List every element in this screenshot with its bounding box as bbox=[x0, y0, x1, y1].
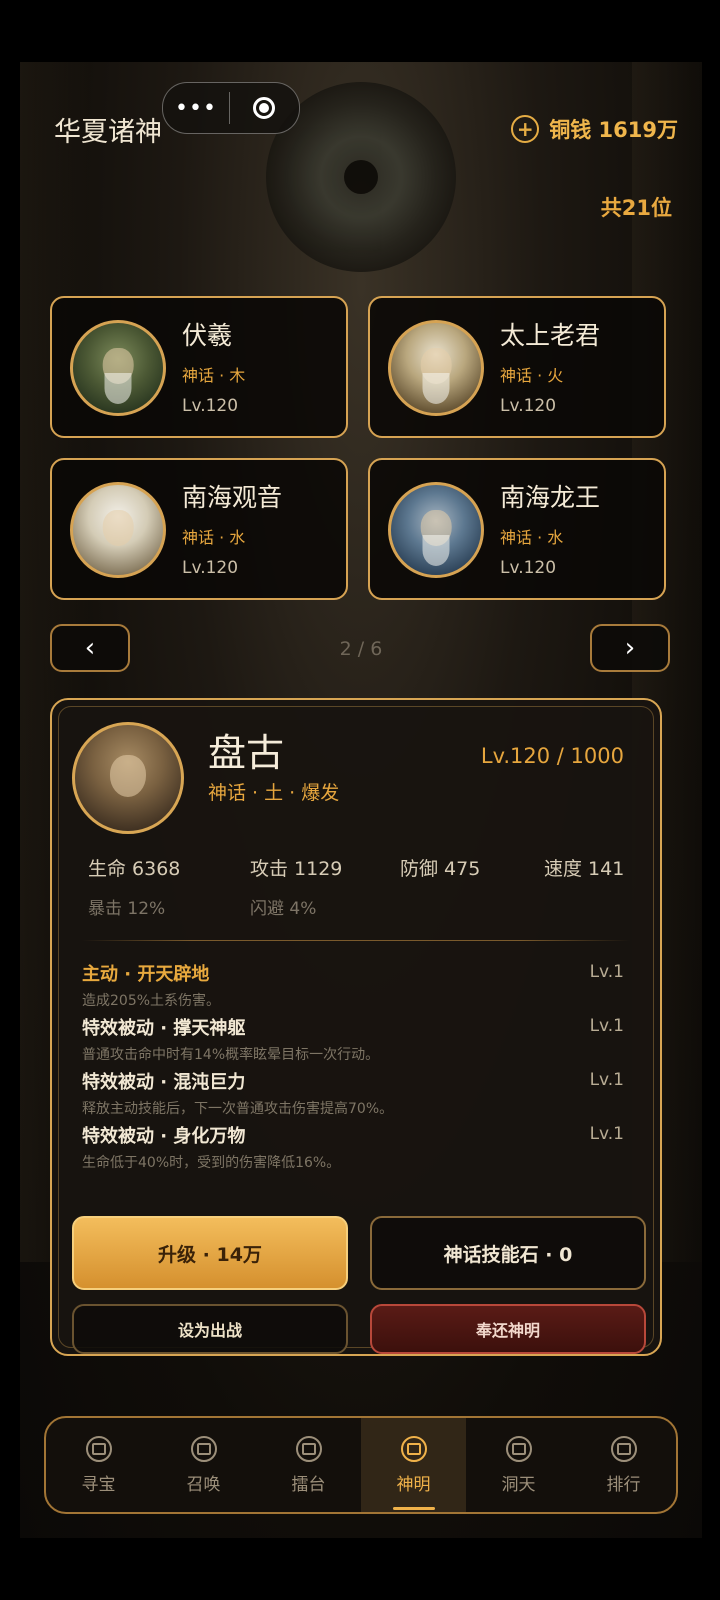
stat-defense: 防御 475 bbox=[400, 858, 481, 880]
detail-name: 盘古 bbox=[208, 731, 285, 775]
skill-title: 特效被动 · 身化万物 bbox=[82, 1126, 246, 1147]
tab-label: 寻宝 bbox=[81, 1474, 116, 1495]
tab-cave[interactable]: 洞天 bbox=[466, 1418, 571, 1512]
god-card[interactable]: 南海龙王 神话 · 水 Lv.120 bbox=[368, 458, 666, 600]
god-avatar bbox=[70, 320, 166, 416]
more-menu-icon[interactable]: ••• bbox=[163, 96, 229, 121]
deity-icon bbox=[400, 1435, 427, 1462]
skill-description: 释放主动技能后，下一次普通攻击伤害提高70%。 bbox=[82, 1101, 394, 1117]
arena-icon bbox=[295, 1435, 322, 1462]
miniprogram-capsule[interactable]: ••• bbox=[162, 82, 300, 134]
section-divider bbox=[82, 940, 630, 941]
god-card[interactable]: 伏羲 神话 · 木 Lv.120 bbox=[50, 296, 348, 438]
tab-summon[interactable]: 召唤 bbox=[151, 1418, 256, 1512]
skill-level: Lv.1 bbox=[589, 962, 624, 982]
skill-description: 普通攻击命中时有14%概率眩晕目标一次行动。 bbox=[82, 1047, 380, 1063]
tab-label: 洞天 bbox=[501, 1474, 536, 1495]
tab-label: 擂台 bbox=[291, 1474, 326, 1495]
cave-icon bbox=[505, 1435, 532, 1462]
skill-level: Lv.1 bbox=[589, 1016, 624, 1036]
god-total-count: 共21位 bbox=[600, 196, 672, 220]
tab-arena[interactable]: 擂台 bbox=[256, 1418, 361, 1512]
god-avatar bbox=[388, 482, 484, 578]
god-card[interactable]: 太上老君 神话 · 火 Lv.120 bbox=[368, 296, 666, 438]
god-level: Lv.120 bbox=[182, 396, 239, 416]
stat-speed: 速度 141 bbox=[544, 858, 625, 880]
god-attribute: 神话 · 火 bbox=[500, 366, 564, 385]
skill-description: 生命低于40%时，受到的伤害降低16%。 bbox=[82, 1155, 341, 1171]
set-deploy-button[interactable]: 设为出战 bbox=[72, 1304, 348, 1354]
close-miniprogram-icon[interactable] bbox=[230, 97, 298, 119]
page-title: 华夏诸神 bbox=[54, 117, 162, 148]
god-avatar bbox=[70, 482, 166, 578]
skill-title: 主动 · 开天辟地 bbox=[82, 964, 210, 985]
coin-amount: 铜钱 1619万 bbox=[549, 118, 678, 142]
god-level: Lv.120 bbox=[500, 558, 557, 578]
god-attribute: 神话 · 水 bbox=[182, 528, 246, 547]
detail-attribute: 神话 · 土 · 爆发 bbox=[208, 782, 340, 804]
tab-label: 神明 bbox=[396, 1474, 431, 1495]
god-attribute: 神话 · 水 bbox=[500, 528, 564, 547]
god-detail-panel: 盘古 神话 · 土 · 爆发 Lv.120 / 1000 生命 6368 攻击 … bbox=[50, 698, 662, 1356]
upgrade-button[interactable]: 升级 · 14万 bbox=[72, 1216, 348, 1290]
god-name: 太上老君 bbox=[500, 321, 601, 350]
god-card[interactable]: 南海观音 神话 · 水 Lv.120 bbox=[50, 458, 348, 600]
god-name: 南海观音 bbox=[182, 483, 283, 512]
detail-avatar bbox=[72, 722, 184, 834]
god-avatar bbox=[388, 320, 484, 416]
stat-dodge: 闪避 4% bbox=[250, 899, 317, 919]
tab-treasure[interactable]: 寻宝 bbox=[46, 1418, 151, 1512]
skill-description: 造成205%土系伤害。 bbox=[82, 993, 221, 1009]
skill-title: 特效被动 · 撑天神躯 bbox=[82, 1018, 246, 1039]
return-god-button[interactable]: 奉还神明 bbox=[370, 1304, 646, 1354]
skill-title: 特效被动 · 混沌巨力 bbox=[82, 1072, 246, 1093]
treasure-icon bbox=[85, 1435, 112, 1462]
tab-label: 召唤 bbox=[186, 1474, 221, 1495]
tab-ranking[interactable]: 排行 bbox=[571, 1418, 676, 1512]
chevron-right-icon: › bbox=[624, 633, 636, 663]
coin-balance[interactable]: + 铜钱 1619万 bbox=[511, 114, 678, 144]
ranking-icon bbox=[610, 1435, 637, 1462]
add-coins-icon[interactable]: + bbox=[511, 115, 540, 143]
skill-level: Lv.1 bbox=[589, 1070, 624, 1090]
god-name: 伏羲 bbox=[182, 321, 233, 350]
bottom-tab-bar: 寻宝 召唤 擂台 神明 洞天 排行 bbox=[44, 1416, 678, 1514]
stat-crit: 暴击 12% bbox=[88, 899, 166, 919]
app-screen: 华夏诸神 ••• + 铜钱 1619万 共21位 伏羲 神话 · 木 Lv.12… bbox=[20, 62, 702, 1538]
tab-label: 排行 bbox=[606, 1474, 641, 1495]
stat-attack: 攻击 1129 bbox=[250, 858, 343, 880]
next-page-button[interactable]: › bbox=[590, 624, 670, 672]
skill-level: Lv.1 bbox=[589, 1124, 624, 1144]
summon-icon bbox=[190, 1435, 217, 1462]
stat-hp: 生命 6368 bbox=[88, 858, 181, 880]
god-level: Lv.120 bbox=[500, 396, 557, 416]
god-name: 南海龙王 bbox=[500, 483, 601, 512]
god-level: Lv.120 bbox=[182, 558, 239, 578]
skill-stone-button[interactable]: 神话技能石 · 0 bbox=[370, 1216, 646, 1290]
detail-level: Lv.120 / 1000 bbox=[480, 744, 624, 768]
tab-deity[interactable]: 神明 bbox=[361, 1418, 466, 1512]
god-attribute: 神话 · 木 bbox=[182, 366, 246, 385]
